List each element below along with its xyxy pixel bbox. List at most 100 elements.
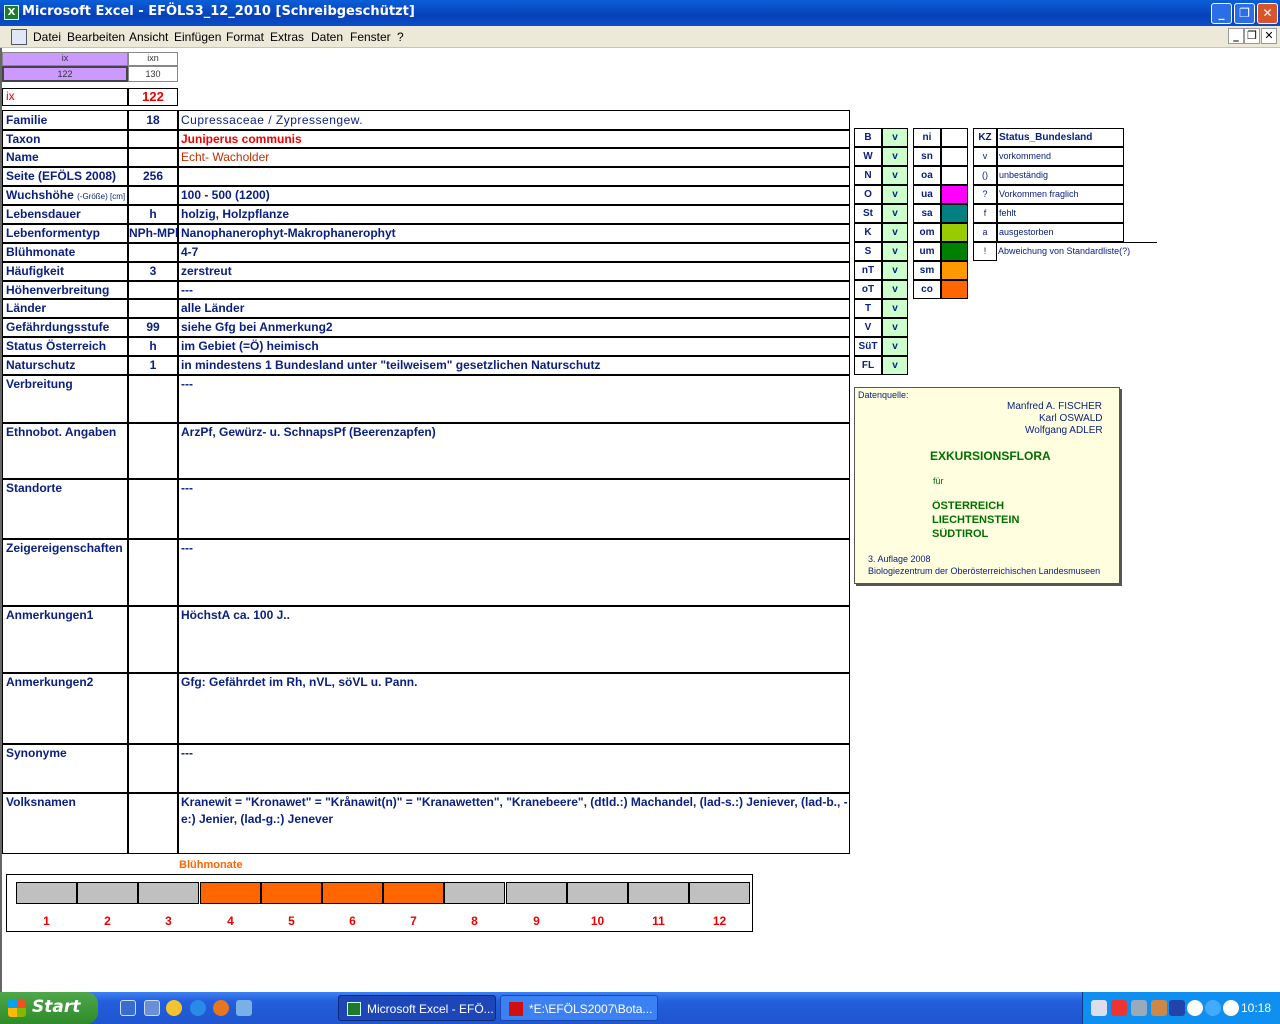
row-code-cell[interactable] xyxy=(128,793,178,854)
row-value-cell[interactable]: zerstreut xyxy=(178,262,850,281)
region-status[interactable]: v xyxy=(882,337,908,356)
row-code-cell[interactable]: h xyxy=(128,205,178,224)
worksheet[interactable]: ix ixn 122 130 ix 122 Familie 18 Cupressac… xyxy=(0,48,1280,992)
region-status[interactable]: v xyxy=(882,147,908,166)
row-value-cell[interactable]: 4-7 xyxy=(178,243,850,262)
menu-datei[interactable]: Datei xyxy=(33,30,61,44)
source-fuer: für xyxy=(933,476,944,486)
row-value-cell[interactable]: 100 - 500 (1200) xyxy=(178,186,850,205)
row-value-cell[interactable]: HöchstA ca. 100 J.. xyxy=(178,606,850,673)
region-status[interactable]: v xyxy=(882,185,908,204)
row-code-cell[interactable] xyxy=(128,375,178,423)
menu-daten[interactable]: Daten xyxy=(311,30,343,44)
row-value-cell[interactable]: --- xyxy=(178,375,850,423)
row-value-cell[interactable]: Nanophanerophyt-Makrophanerophyt xyxy=(178,224,850,243)
ix-main-value[interactable]: 122 xyxy=(128,88,178,106)
row-value-cell[interactable]: --- xyxy=(178,539,850,606)
firefox-icon[interactable] xyxy=(213,1000,229,1016)
row-code-cell[interactable] xyxy=(128,673,178,744)
internet-explorer-icon[interactable] xyxy=(190,1000,206,1016)
row-value-cell[interactable]: --- xyxy=(178,479,850,539)
tools-icon[interactable] xyxy=(1151,1000,1167,1016)
ixn-value-cell[interactable]: 130 xyxy=(128,66,178,82)
region-status[interactable]: v xyxy=(882,299,908,318)
altitude-code: co xyxy=(913,280,941,299)
show-desktop-icon[interactable] xyxy=(120,1000,136,1016)
restore-button[interactable]: ❐ xyxy=(1234,3,1255,24)
region-status[interactable]: v xyxy=(882,166,908,185)
row-code-cell[interactable]: 99 xyxy=(128,318,178,337)
region-status[interactable]: v xyxy=(882,242,908,261)
region-status[interactable]: v xyxy=(882,318,908,337)
row-value-cell[interactable]: Echt- Wacholder xyxy=(178,148,850,167)
explorer-icon[interactable] xyxy=(144,1000,160,1016)
ix-value-cell[interactable]: 122 xyxy=(2,66,128,82)
menu-help[interactable]: ? xyxy=(397,30,404,44)
region-status[interactable]: v xyxy=(882,280,908,299)
row-value-cell[interactable]: --- xyxy=(178,281,850,299)
row-value-cell[interactable]: in mindestens 1 Bundesland unter "teilwe… xyxy=(178,356,850,375)
start-button[interactable]: Start xyxy=(0,992,98,1024)
row-value-cell[interactable]: siehe Gfg bei Anmerkung2 xyxy=(178,318,850,337)
media-player-icon[interactable] xyxy=(166,1000,182,1016)
menu-fenster[interactable]: Fenster xyxy=(350,30,391,44)
region-code: N xyxy=(854,166,882,185)
info-icon[interactable] xyxy=(1205,1000,1221,1016)
menu-extras[interactable]: Extras xyxy=(270,30,304,44)
row-value-cell[interactable]: ArzPf, Gewürz- u. SchnapsPf (Beerenzapfe… xyxy=(178,423,850,479)
row-value-cell[interactable]: Juniperus communis xyxy=(178,130,850,148)
row-label: Verbreitung xyxy=(2,375,128,423)
region-status[interactable]: v xyxy=(882,204,908,223)
region-status[interactable]: v xyxy=(882,356,908,375)
row-code-cell[interactable] xyxy=(128,148,178,167)
row-code-cell[interactable] xyxy=(128,299,178,318)
row-code-cell[interactable] xyxy=(128,744,178,793)
menu-format[interactable]: Format xyxy=(226,30,264,44)
row-code-cell[interactable] xyxy=(128,186,178,205)
row-code-cell[interactable]: 1 xyxy=(128,356,178,375)
bloom-month-label: 9 xyxy=(533,914,540,928)
minimize-button[interactable]: _ xyxy=(1211,3,1232,24)
doc-restore-button[interactable]: ❐ xyxy=(1244,28,1260,44)
close-button[interactable]: ✕ xyxy=(1257,3,1278,24)
row-value-cell[interactable] xyxy=(178,167,850,186)
row-code-cell[interactable] xyxy=(128,130,178,148)
help-icon[interactable] xyxy=(1187,1000,1203,1016)
workbook-icon[interactable] xyxy=(11,29,27,45)
menu-einfuegen[interactable]: Einfügen xyxy=(174,30,221,44)
menu-bearbeiten[interactable]: Bearbeiten xyxy=(67,30,125,44)
menu-ansicht[interactable]: Ansicht xyxy=(129,30,168,44)
row-code-cell[interactable] xyxy=(128,281,178,299)
doc-close-button[interactable]: ✕ xyxy=(1261,28,1277,44)
row-code-cell[interactable] xyxy=(128,606,178,673)
region-status[interactable]: v xyxy=(882,128,908,147)
mail-icon[interactable] xyxy=(236,1000,252,1016)
row-value-cell[interactable]: Kranewit = "Kronawet" = "Krånawit(n)" = … xyxy=(178,793,850,854)
doc-minimize-button[interactable]: _ xyxy=(1228,28,1244,44)
network-icon[interactable] xyxy=(1091,1000,1107,1016)
row-code-cell[interactable]: 3 xyxy=(128,262,178,281)
row-code-cell[interactable] xyxy=(128,539,178,606)
search-icon[interactable] xyxy=(1131,1000,1147,1016)
app-a-icon[interactable] xyxy=(1223,1000,1239,1016)
row-code-cell[interactable] xyxy=(128,423,178,479)
row-value-cell[interactable]: Gfg: Gefährdet im Rh, nVL, söVL u. Pann. xyxy=(178,673,850,744)
task-pdf[interactable]: *E:\EFÖLS2007\Bota... xyxy=(500,995,658,1021)
region-status[interactable]: v xyxy=(882,261,908,280)
row-value-cell[interactable]: --- xyxy=(178,744,850,793)
region-status[interactable]: v xyxy=(882,223,908,242)
excel-app-icon[interactable]: X xyxy=(4,5,19,20)
row-code-cell[interactable]: 256 xyxy=(128,167,178,186)
row-code-cell[interactable] xyxy=(128,479,178,539)
shield-icon[interactable] xyxy=(1169,1000,1185,1016)
security-icon[interactable] xyxy=(1111,1000,1127,1016)
task-excel[interactable]: Microsoft Excel - EFÖ... xyxy=(338,995,496,1021)
row-value-cell[interactable]: alle Länder xyxy=(178,299,850,318)
row-code-cell[interactable]: NPh-MPh xyxy=(128,224,178,243)
row-value-cell[interactable]: holzig, Holzpflanze xyxy=(178,205,850,224)
row-value-cell[interactable]: Cupressaceae / Zypressengew. xyxy=(178,110,850,130)
row-code-cell[interactable] xyxy=(128,243,178,262)
row-code-cell[interactable]: 18 xyxy=(128,110,178,130)
row-value-cell[interactable]: im Gebiet (=Ö) heimisch xyxy=(178,337,850,356)
row-code-cell[interactable]: h xyxy=(128,337,178,356)
